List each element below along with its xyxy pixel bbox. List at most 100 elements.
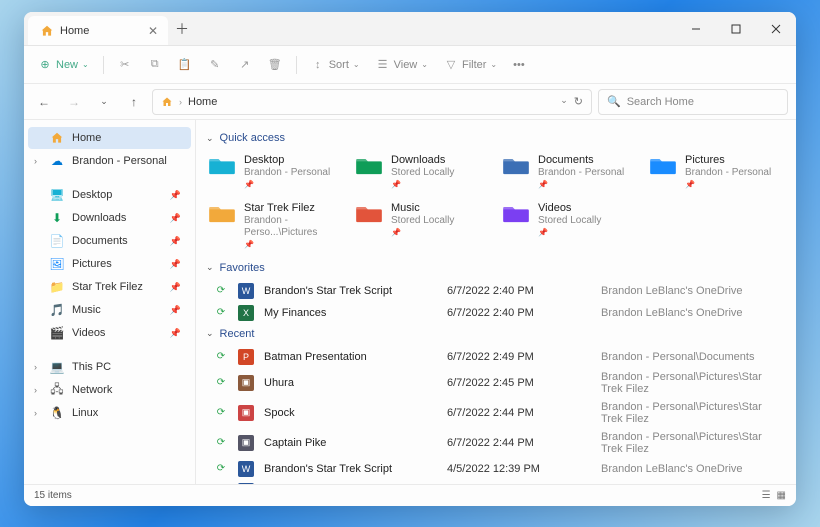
thumbnails-view-button[interactable]: ▦: [777, 490, 786, 501]
chevron-right-icon: ›: [179, 97, 182, 107]
quick-access-item[interactable]: DesktopBrandon - Personal📌: [204, 150, 343, 194]
section-recent[interactable]: ⌄Recent: [206, 328, 784, 340]
cut-icon: ✂: [118, 58, 132, 72]
chevron-down-icon[interactable]: ⌄: [560, 95, 568, 108]
sync-status-icon: ⟳: [208, 285, 234, 296]
tab-close-icon[interactable]: ✕: [148, 24, 158, 38]
sidebar-item-documents[interactable]: 📄Documents📌: [28, 230, 191, 252]
sync-status-icon: ⟳: [208, 407, 234, 418]
item-count: 15 items: [34, 490, 72, 501]
copy-button[interactable]: ⧉: [142, 54, 168, 76]
qa-location: Brandon - Personal: [244, 167, 330, 179]
file-location: Brandon - Personal\Pictures\Star Trek Fi…: [601, 371, 780, 395]
file-row[interactable]: ⟳WBrandon's Star Trek Script6/7/2022 2:4…: [204, 280, 784, 302]
new-tab-button[interactable]: ＋: [168, 12, 196, 45]
sidebar-item-onedrive[interactable]: › ☁ Brandon - Personal: [28, 150, 191, 172]
quick-access-item[interactable]: DocumentsBrandon - Personal📌: [498, 150, 637, 194]
close-button[interactable]: [756, 12, 796, 45]
chevron-right-icon[interactable]: ›: [34, 408, 37, 418]
chevron-down-icon: ⌄: [206, 328, 214, 339]
new-button[interactable]: ⊕ New ⌄: [32, 54, 95, 76]
file-row[interactable]: ⟳PBatman Presentation6/7/2022 2:49 PMBra…: [204, 346, 784, 368]
linux-icon: 🐧: [50, 406, 64, 420]
filter-button[interactable]: ▽Filter⌄: [438, 54, 503, 76]
minimize-button[interactable]: [676, 12, 716, 45]
section-quick-access[interactable]: ⌄Quick access: [206, 132, 784, 144]
sync-status-icon: ⟳: [208, 351, 234, 362]
quick-access-item[interactable]: Star Trek FilezBrandon - Perso...\Pictur…: [204, 198, 343, 254]
file-name: Batman Presentation: [264, 351, 443, 363]
sidebar-item-pictures[interactable]: 🖼Pictures📌: [28, 253, 191, 275]
pictures-icon: 🖼: [50, 257, 64, 271]
sidebar-item-desktop[interactable]: 🖥Desktop📌: [28, 184, 191, 206]
sidebar-item-linux[interactable]: ›🐧Linux: [28, 402, 191, 424]
folder-icon: [355, 154, 383, 178]
file-row[interactable]: ⟳▣Spock6/7/2022 2:44 PMBrandon - Persona…: [204, 398, 784, 428]
file-date: 6/7/2022 2:49 PM: [447, 351, 597, 363]
section-favorites[interactable]: ⌄Favorites: [206, 262, 784, 274]
quick-access-item[interactable]: PicturesBrandon - Personal📌: [645, 150, 784, 194]
pc-icon: 💻: [50, 360, 64, 374]
quick-access-item[interactable]: VideosStored Locally📌: [498, 198, 637, 254]
new-icon: ⊕: [38, 58, 52, 72]
delete-icon: 🗑: [268, 58, 282, 72]
quick-access-item[interactable]: MusicStored Locally📌: [351, 198, 490, 254]
recent-locations-button[interactable]: ⌄: [92, 90, 116, 114]
chevron-right-icon[interactable]: ›: [34, 362, 37, 372]
file-row[interactable]: ⟳XMy Finances6/7/2022 2:40 PMBrandon LeB…: [204, 302, 784, 324]
details-view-button[interactable]: ☰: [762, 490, 771, 501]
sidebar-item-downloads[interactable]: ⬇Downloads📌: [28, 207, 191, 229]
refresh-button[interactable]: ↻: [574, 95, 583, 108]
cut-button[interactable]: ✂: [112, 54, 138, 76]
chevron-right-icon[interactable]: ›: [34, 385, 37, 395]
network-icon: 🖧: [50, 383, 64, 397]
content-pane: ⌄Quick access DesktopBrandon - Personal📌…: [196, 120, 796, 484]
file-row[interactable]: ⟳▣Uhura6/7/2022 2:45 PMBrandon - Persona…: [204, 368, 784, 398]
sort-button[interactable]: ↕Sort⌄: [305, 54, 366, 76]
folder-icon: [649, 154, 677, 178]
sync-status-icon: ⟳: [208, 307, 234, 318]
view-button[interactable]: ☰View⌄: [370, 54, 434, 76]
folder-icon: [502, 202, 530, 226]
sidebar-item-music[interactable]: 🎵Music📌: [28, 299, 191, 321]
rename-button[interactable]: ✎: [202, 54, 228, 76]
file-type-icon: ▣: [238, 405, 260, 421]
videos-icon: 🎬: [50, 326, 64, 340]
folder-icon: [208, 154, 236, 178]
breadcrumb-home[interactable]: Home: [188, 96, 217, 108]
rename-icon: ✎: [208, 58, 222, 72]
file-type-icon: ▣: [238, 435, 260, 451]
paste-button[interactable]: 📋: [172, 54, 198, 76]
sidebar-item-home[interactable]: Home: [28, 127, 191, 149]
tab-home[interactable]: Home ✕: [28, 16, 168, 45]
share-button[interactable]: ↗: [232, 54, 258, 76]
search-input[interactable]: 🔍 Search Home: [598, 89, 788, 115]
home-icon: [161, 96, 173, 108]
chevron-down-icon: ⌄: [206, 262, 214, 273]
delete-button[interactable]: 🗑: [262, 54, 288, 76]
address-row: ← → ⌄ ↑ › Home ⌄ ↻ 🔍 Search Home: [24, 84, 796, 120]
quick-access-item[interactable]: DownloadsStored Locally📌: [351, 150, 490, 194]
maximize-button[interactable]: [716, 12, 756, 45]
file-date: 6/7/2022 2:44 PM: [447, 437, 597, 449]
qa-name: Documents: [538, 154, 624, 167]
chevron-right-icon[interactable]: ›: [34, 156, 37, 166]
status-bar: 15 items ☰ ▦: [24, 484, 796, 506]
file-row[interactable]: ⟳WBrandon's Star Trek Script4/5/2022 12:…: [204, 458, 784, 480]
file-type-icon: X: [238, 305, 260, 321]
back-button[interactable]: ←: [32, 90, 56, 114]
forward-button[interactable]: →: [62, 90, 86, 114]
sidebar-item-startrek[interactable]: 📁Star Trek Filez📌: [28, 276, 191, 298]
address-bar[interactable]: › Home ⌄ ↻: [152, 89, 592, 115]
file-explorer-window: Home ✕ ＋ ⊕ New ⌄ ✂ ⧉ 📋 ✎ ↗ 🗑 ↕Sort⌄ ☰Vie…: [24, 12, 796, 506]
file-row[interactable]: ⟳▣Captain Pike6/7/2022 2:44 PMBrandon - …: [204, 428, 784, 458]
sidebar-item-thispc[interactable]: ›💻This PC: [28, 356, 191, 378]
file-date: 6/7/2022 2:40 PM: [447, 307, 597, 319]
qa-name: Star Trek Filez: [244, 202, 339, 215]
file-name: Spock: [264, 407, 443, 419]
sidebar-item-videos[interactable]: 🎬Videos📌: [28, 322, 191, 344]
qa-location: Brandon - Personal: [538, 167, 624, 179]
sidebar-item-network[interactable]: ›🖧Network: [28, 379, 191, 401]
more-button[interactable]: •••: [507, 55, 531, 75]
up-button[interactable]: ↑: [122, 90, 146, 114]
